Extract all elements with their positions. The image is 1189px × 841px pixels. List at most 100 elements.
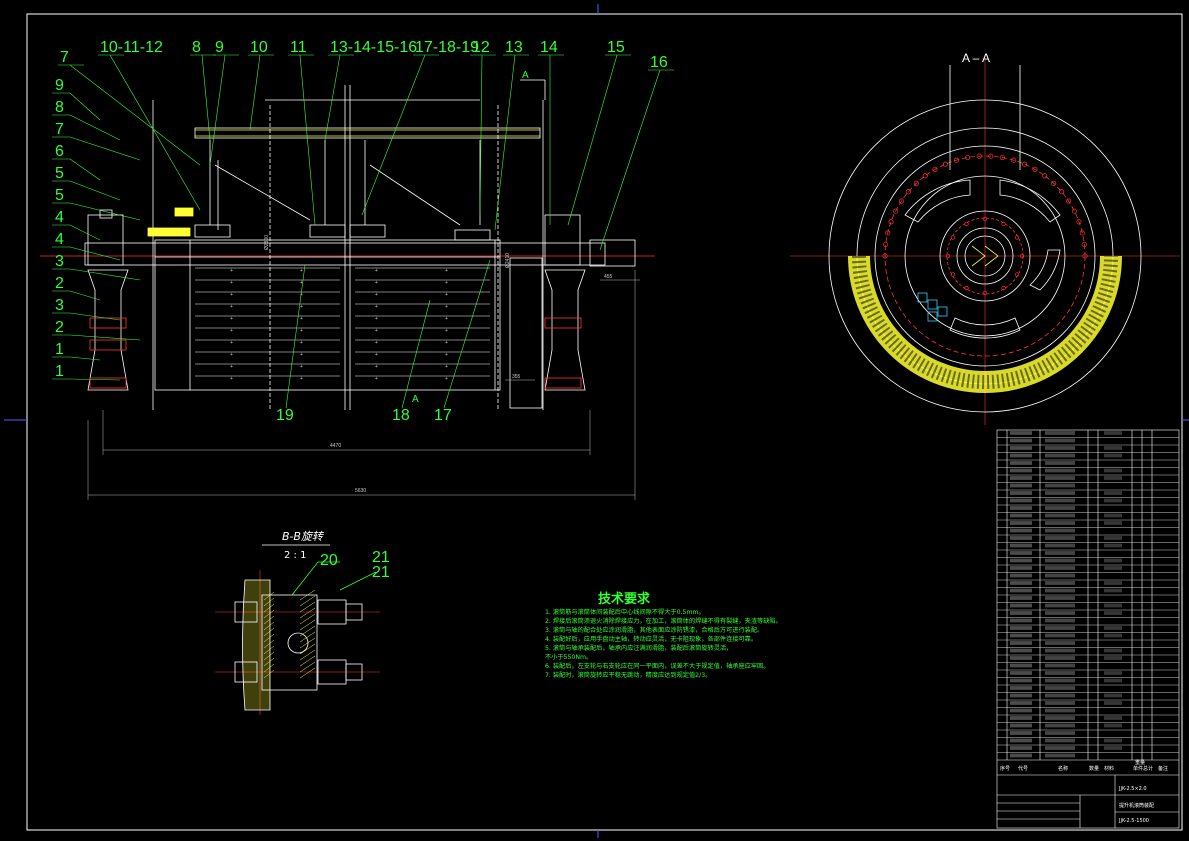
parts-row-code [1010,708,1032,713]
dim-d1: Ø2800 [264,235,270,250]
parts-row-code [1010,566,1032,570]
parts-row-code [1010,656,1032,660]
coil-cross: + [230,292,233,298]
parts-row-name [1045,446,1075,450]
parts-row-code [1010,506,1032,510]
part-balloon: 9 [55,77,64,94]
leader-line [249,54,261,131]
part-balloon: 1 [55,341,64,358]
dim-d5: 4470 [330,443,341,449]
parts-row-code [1010,498,1032,503]
leader-line [69,290,101,301]
bolt-hole [922,173,928,179]
coil-cross: + [375,376,378,382]
parts-row-name [1045,588,1075,593]
part-balloon: 2 [55,319,64,336]
parts-row-code [1010,453,1032,458]
coil-cross: + [300,316,303,322]
coil-cross: + [445,340,448,346]
parts-row-code [1010,678,1032,683]
leader-line [361,54,426,216]
parts-row-name [1045,648,1075,653]
leader-line [69,202,141,221]
coil-cross: + [375,304,378,310]
parts-row-code [1010,543,1032,548]
section-aa-view [790,60,1180,425]
coil-cross: + [445,376,448,382]
parts-row-code [1010,626,1032,630]
main-section-view [40,79,655,500]
part-balloon: 8 [55,99,64,116]
weight-label: 重量 [1135,759,1145,766]
parts-row-name [1045,461,1075,465]
leader-line [209,54,226,166]
parts-row-code [1010,558,1032,563]
tech-req-item: 3. 滚筒与轴的配合处应涂润滑脂，其他表面应涂防锈漆，合格后方可进行装配。 [545,626,763,634]
part-balloon: 13‑14‑15‑16 [330,39,417,56]
coil-cross: + [375,328,378,334]
dim-d6: 5630 [355,488,366,494]
parts-row-code [1010,603,1032,608]
leader-line [69,180,121,201]
part-balloon: 14 [540,39,558,56]
parts-row-code [1010,431,1032,435]
leader-line [69,378,121,381]
section-marker-top: A [522,70,529,81]
drum-coil-rows: + + + ++ + + ++ + + ++ + + ++ + + ++ + + ++ + + ++ + + ++ + + ++ + + + [195,267,490,382]
parts-row-material [1104,603,1122,608]
parts-row-name [1045,611,1075,615]
parts-row-material [1104,656,1122,660]
coil-cross: + [300,268,303,274]
main-dimensions: Ø2800 Ø2410 455 355 4470 5630 A A [264,70,613,494]
part-balloon: 20 [320,552,338,569]
coil-cross: + [230,364,233,370]
coil-cross: + [230,280,233,286]
parts-row-name [1045,558,1075,563]
parts-row-material [1104,611,1122,615]
drawing-name: 提升机滚筒装配 [1119,802,1154,809]
parts-row-name [1045,663,1075,668]
parts-row-material [1104,491,1122,495]
parts-row-code [1010,618,1032,623]
parts-row-material [1104,513,1122,518]
parts-row-code [1010,573,1032,578]
parts-row-name [1045,716,1075,720]
coil-cross: + [300,304,303,310]
dim-d3: 455 [604,274,613,280]
parts-row-code [1010,581,1032,585]
parts-row-name [1045,723,1075,728]
parts-row-name [1045,626,1075,630]
leader-line [69,114,121,141]
parts-row-material [1104,566,1122,570]
leader-line [443,259,491,409]
section-bb-view [215,544,380,715]
leader-line [69,158,101,181]
coil-cross: + [445,292,448,298]
parts-row-name [1045,581,1075,585]
parts-row-material [1104,431,1122,435]
part-balloon: 3 [55,297,64,314]
parts-row-code [1010,701,1032,705]
title-block-text: 序号 代号 名称 数量 材料 单件 总计 备注 重量 JJK-2.5×2.0 提… [1000,759,1168,824]
dim-d2: Ø2410 [505,253,511,268]
tech-requirements: 技术要求 1. 滚筒筋与滚筒体间装配后中心线间隙不得大于0.5mm。 2. 焊接… [545,591,782,679]
parts-row-material [1104,498,1122,503]
tech-req-title: 技术要求 [598,591,651,607]
coil-cross: + [230,328,233,334]
part-balloon: 10 [250,39,268,56]
parts-row-code [1010,686,1032,690]
parts-row-code [1010,731,1032,735]
hatch-line [299,649,316,661]
col-header: 备注 [1158,765,1168,772]
leader-line [324,54,341,141]
coil-cross: + [445,268,448,274]
coil-cross: + [230,268,233,274]
parts-row-material [1104,543,1122,548]
bolt-hole [905,189,911,195]
parts-row-material [1104,648,1122,653]
parts-row-name [1045,573,1075,578]
parts-row-name [1045,708,1075,713]
parts-row-name [1045,671,1075,675]
col-header: 单件 [1133,765,1143,772]
parts-row-name [1045,678,1075,683]
